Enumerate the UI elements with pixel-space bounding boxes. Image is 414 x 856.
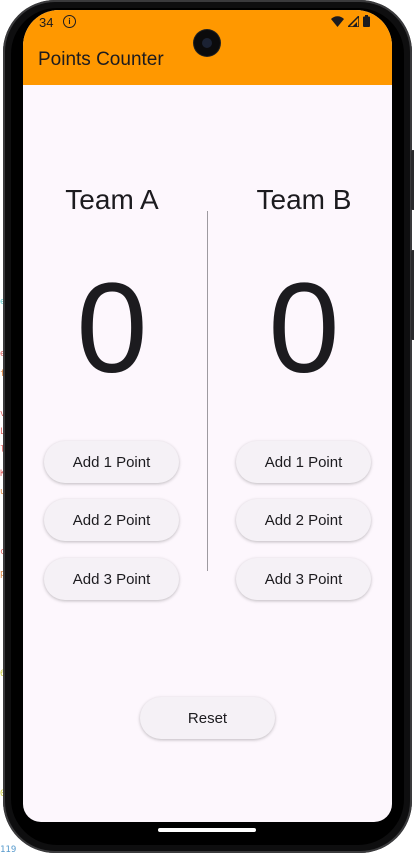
team-b-add-2-point-button[interactable]: Add 2 Point (236, 499, 371, 541)
device-stage: e e f v L l K u c p 6 0 119 Points Count… (0, 0, 414, 856)
status-time: 34 (39, 15, 54, 30)
team-a-add-2-point-button[interactable]: Add 2 Point (44, 499, 179, 541)
app-title: Points Counter (38, 49, 164, 70)
info-icon: i (63, 15, 76, 28)
ide-bottom-number: 119 (0, 845, 17, 855)
cell-signal-icon (348, 15, 359, 27)
status-icons (331, 15, 370, 27)
team-b-score: 0 (268, 257, 340, 400)
battery-icon (363, 15, 370, 27)
team-a-add-1-point-button[interactable]: Add 1 Point (44, 441, 179, 483)
front-camera (194, 30, 220, 56)
app-screen: Points Counter 34 i Team A 0 Team B 0 Ad… (23, 10, 392, 822)
wifi-icon (331, 15, 344, 27)
team-a-add-3-point-button[interactable]: Add 3 Point (44, 558, 179, 600)
team-divider (207, 211, 208, 571)
team-a-column: Team A 0 (37, 183, 187, 393)
reset-button[interactable]: Reset (140, 697, 275, 739)
team-b-name: Team B (256, 184, 352, 215)
team-b-add-3-point-button[interactable]: Add 3 Point (236, 558, 371, 600)
team-a-name: Team A (65, 184, 159, 215)
home-indicator[interactable] (158, 828, 256, 832)
team-b-add-1-point-button[interactable]: Add 1 Point (236, 441, 371, 483)
team-a-score: 0 (76, 257, 148, 400)
team-b-column: Team B 0 (229, 183, 379, 393)
